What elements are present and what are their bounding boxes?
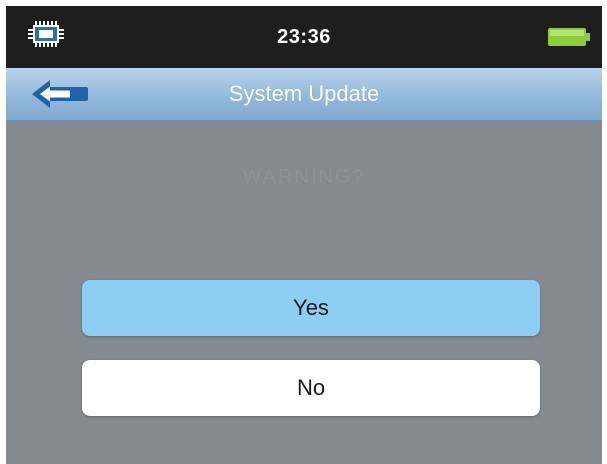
no-button[interactable]: No <box>82 360 540 416</box>
title-bar: System Update <box>6 68 602 121</box>
page-title: System Update <box>228 81 380 106</box>
device-screen: 23:36 System Update WARNING? Yes No <box>6 6 602 464</box>
yes-button[interactable]: Yes <box>82 280 540 336</box>
battery-icon <box>548 28 590 46</box>
status-time: 23:36 <box>277 26 331 48</box>
status-bar: 23:36 <box>6 6 602 68</box>
dialog-message: WARNING? <box>242 166 366 188</box>
